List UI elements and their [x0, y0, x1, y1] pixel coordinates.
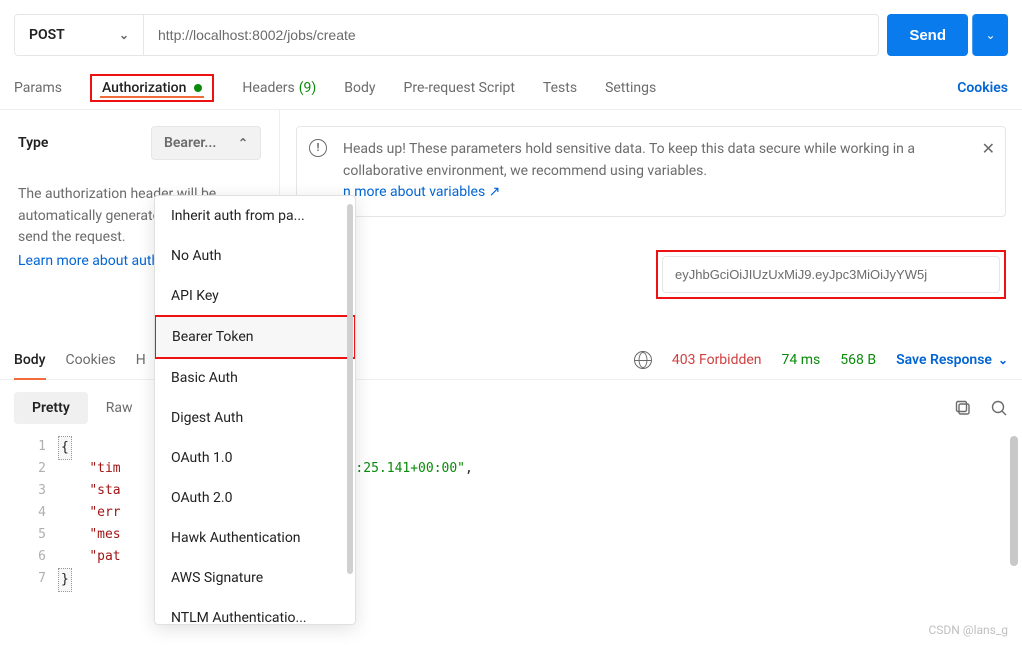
chevron-up-icon: ⌃	[238, 136, 248, 150]
view-raw[interactable]: Raw	[88, 392, 151, 424]
dropdown-item-digest[interactable]: Digest Auth	[155, 398, 355, 438]
method-value: POST	[29, 27, 65, 43]
tab-authorization[interactable]: Authorization	[102, 80, 202, 96]
send-options-button[interactable]: ⌄	[972, 14, 1008, 56]
tab-settings[interactable]: Settings	[605, 66, 656, 109]
tab-tests[interactable]: Tests	[543, 66, 577, 109]
status-code: 403 Forbidden	[672, 352, 762, 368]
info-banner: ! ✕ Heads up! These parameters hold sens…	[296, 126, 1006, 217]
active-dot-icon	[194, 84, 202, 92]
dropdown-item-basic[interactable]: Basic Auth	[155, 358, 355, 398]
chevron-down-icon: ⌄	[985, 28, 995, 42]
info-icon: !	[309, 139, 327, 157]
close-icon[interactable]: ✕	[982, 137, 995, 162]
resp-tab-cookies[interactable]: Cookies	[66, 340, 116, 379]
chevron-down-icon: ⌄	[119, 28, 129, 42]
dropdown-item-oauth1[interactable]: OAuth 1.0	[155, 438, 355, 478]
dropdown-item-ntlm[interactable]: NTLM Authenticatio...	[155, 598, 355, 625]
tab-prerequest[interactable]: Pre-request Script	[404, 66, 515, 109]
response-size: 568 B	[840, 352, 876, 368]
dropdown-item-inherit[interactable]: Inherit auth from pa...	[155, 196, 355, 236]
chevron-down-icon: ⌄	[998, 353, 1008, 367]
scrollbar[interactable]	[347, 204, 353, 574]
dropdown-item-apikey[interactable]: API Key	[155, 276, 355, 316]
line-gutter: 1 2 3 4 5 6 7	[0, 436, 58, 590]
auth-type-dropdown[interactable]: Inherit auth from pa... No Auth API Key …	[154, 195, 356, 625]
copy-icon[interactable]	[954, 399, 972, 417]
dropdown-item-aws[interactable]: AWS Signature	[155, 558, 355, 598]
dropdown-item-noauth[interactable]: No Auth	[155, 236, 355, 276]
auth-right-panel: ! ✕ Heads up! These parameters hold sens…	[280, 110, 1022, 340]
resp-tab-body[interactable]: Body	[14, 340, 46, 379]
url-input[interactable]	[144, 14, 879, 56]
dropdown-item-oauth2[interactable]: OAuth 2.0	[155, 478, 355, 518]
cookies-link[interactable]: Cookies	[957, 80, 1008, 96]
response-time: 74 ms	[782, 352, 821, 368]
dropdown-item-hawk[interactable]: Hawk Authentication	[155, 518, 355, 558]
type-label: Type	[18, 135, 48, 151]
token-input[interactable]	[662, 256, 1000, 293]
view-pretty[interactable]: Pretty	[14, 392, 88, 424]
request-tabs: Params Authorization Headers (9) Body Pr…	[0, 66, 1022, 110]
search-icon[interactable]	[990, 399, 1008, 417]
tab-params[interactable]: Params	[14, 66, 62, 109]
globe-icon[interactable]	[634, 351, 652, 369]
tab-body[interactable]: Body	[344, 66, 375, 109]
variables-link[interactable]: n more about variables ↗	[343, 184, 500, 200]
dropdown-item-bearer[interactable]: Bearer Token	[154, 315, 356, 359]
auth-type-select[interactable]: Bearer... ⌃	[151, 126, 261, 160]
tab-headers[interactable]: Headers (9)	[242, 66, 316, 109]
watermark: CSDN @lans_g	[928, 623, 1008, 637]
scrollbar[interactable]	[1010, 436, 1018, 566]
token-highlight-box	[656, 250, 1006, 299]
resp-tab-headers[interactable]: H	[136, 340, 146, 379]
send-button[interactable]: Send	[887, 14, 968, 56]
save-response-button[interactable]: Save Response ⌄	[896, 352, 1008, 368]
method-select[interactable]: POST ⌄	[14, 14, 144, 56]
